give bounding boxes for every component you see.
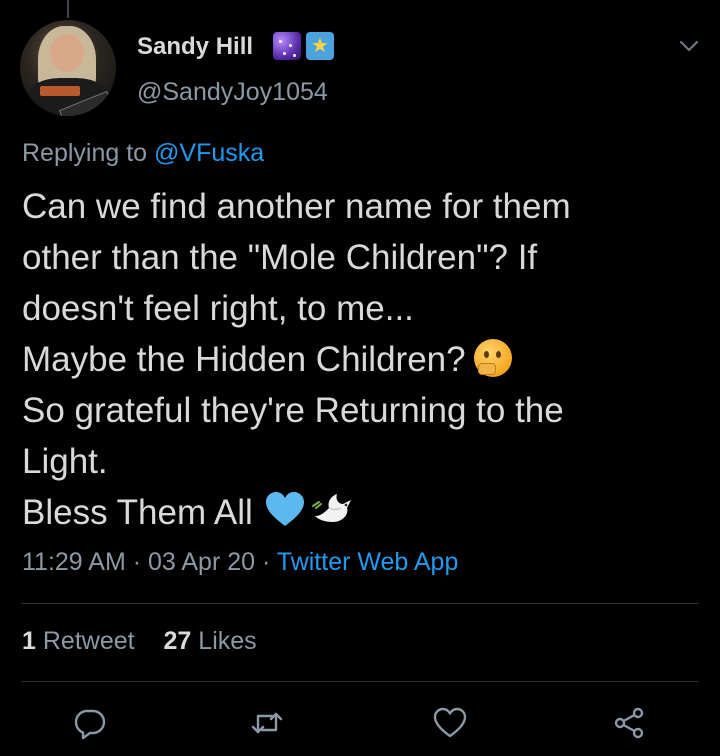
author-handle[interactable]: @SandyJoy1054	[137, 78, 328, 107]
tweet-text-line: doesn't feel right, to me...	[22, 289, 414, 328]
reply-mention-link[interactable]: @VFuska	[154, 139, 264, 167]
tweet-metadata: 11:29 AM · 03 Apr 20 · Twitter Web App	[22, 548, 458, 577]
replying-to-label: Replying to	[22, 139, 148, 167]
tweet-text-segment: Bless Them All	[22, 493, 253, 532]
likes-label: Likes	[198, 627, 257, 655]
dove-emoji-icon	[311, 491, 355, 527]
retweets-label: Retweet	[42, 627, 135, 655]
tweet-text: Can we find another name for them other …	[22, 181, 702, 538]
author-display-name[interactable]: Sandy Hill	[137, 33, 253, 61]
shooting-star-emoji-icon	[306, 32, 334, 60]
retweets-stat[interactable]: 1 Retweet	[22, 627, 135, 655]
avatar[interactable]	[20, 20, 116, 116]
replying-to-line: Replying to @VFuska	[22, 139, 264, 168]
thinking-face-emoji-icon	[473, 339, 512, 377]
share-icon[interactable]	[612, 706, 646, 740]
reply-icon[interactable]	[73, 706, 107, 740]
meta-separator: ·	[255, 548, 277, 576]
likes-stat[interactable]: 27 Likes	[164, 627, 257, 655]
retweets-count: 1	[22, 627, 36, 655]
engagement-stats: 1 Retweet 27 Likes	[22, 627, 279, 656]
tweet-date: 03 Apr 20	[148, 548, 256, 576]
likes-count: 27	[163, 627, 192, 655]
tweet-text-line-with-emoji: Bless Them All	[22, 487, 702, 538]
retweet-icon[interactable]	[250, 706, 284, 740]
like-icon[interactable]	[433, 706, 467, 740]
tweet-text-line: Can we find another name for them	[22, 187, 571, 226]
chevron-down-icon[interactable]	[678, 38, 700, 54]
thread-connector-line	[67, 0, 69, 18]
tweet-time: 11:29 AM	[22, 548, 126, 576]
meta-separator: ·	[125, 548, 148, 576]
tweet-text-segment: Maybe the Hidden Children?	[22, 340, 466, 379]
blue-heart-emoji-icon	[265, 491, 305, 527]
milky-way-emoji-icon	[273, 32, 301, 60]
tweet-text-line: So grateful they're Returning to the	[22, 391, 564, 430]
tweet-source-link[interactable]: Twitter Web App	[277, 548, 459, 576]
tweet-text-line: Light.	[22, 442, 108, 481]
divider	[22, 603, 698, 604]
tweet-text-line: other than the "Mole Children"? If	[22, 238, 538, 277]
tweet-text-line-with-emoji: Maybe the Hidden Children?	[22, 334, 702, 385]
divider	[22, 681, 698, 682]
